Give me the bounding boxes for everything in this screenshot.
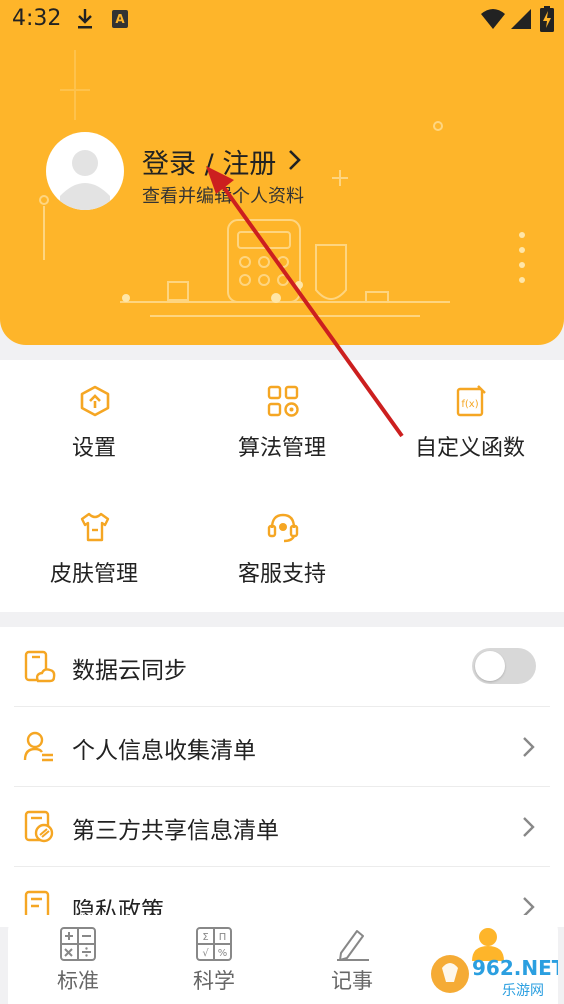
grid-item-skins[interactable]: 皮肤管理 [0,486,188,596]
avatar[interactable] [46,132,124,210]
chevron-right-icon [523,817,535,837]
svg-text:Σ: Σ [202,932,208,943]
cloud-sync-icon [24,650,56,683]
chevron-right-icon[interactable] [286,149,302,171]
login-register-link[interactable]: 登录 / 注册 [142,142,276,181]
grid-item-label: 皮肤管理 [49,562,138,587]
grid-item-settings[interactable]: 设置 [0,360,188,470]
a-badge-icon: A [112,10,128,28]
svg-text:f(x): f(x) [461,399,478,410]
cloud-sync-toggle[interactable] [472,648,536,684]
nav-label: 记事 [331,969,373,993]
apps-icon [267,385,299,417]
signal-icon [511,9,531,29]
feature-grid: 设置 算法管理 f(x) 自定义函数 皮肤管理 客服支持 [0,360,564,612]
settings-list: 数据云同步 个人信息收集清单 第三方共享信息清单 隐私政策 [0,627,564,927]
watermark-text: 962.NET [472,956,558,980]
list-item-third-party[interactable]: 第三方共享信息清单 [0,787,564,867]
gear-hex-icon [80,385,110,417]
calculator-scientific-icon: Σ Π √ % [196,927,232,961]
headset-icon [267,513,299,543]
calculator-basic-icon [60,927,96,961]
status-time: 4:32 [12,6,62,31]
default-avatar-icon [60,150,110,210]
nav-label: 标准 [57,969,99,993]
profile-subtitle: 查看并编辑个人资料 [142,186,304,207]
person-list-icon [23,731,53,762]
grid-item-algorithms[interactable]: 算法管理 [188,360,376,470]
grid-item-label: 客服支持 [237,562,326,587]
list-item-label: 第三方共享信息清单 [72,818,279,844]
svg-text:√: √ [202,948,209,959]
battery-charging-icon [540,6,554,32]
nav-tab-notes[interactable]: 记事 [282,915,422,1004]
list-item-personal-info[interactable]: 个人信息收集清单 [0,707,564,787]
grid-item-label: 算法管理 [237,436,326,461]
shirt-icon [80,512,110,542]
list-item-cloud-sync[interactable]: 数据云同步 [0,627,564,707]
list-item-label: 个人信息收集清单 [72,738,256,764]
profile-header: 4:32 A 登录 / 注册 查看并编辑个人资料 [0,0,564,345]
chevron-right-icon [523,737,535,757]
grid-item-support[interactable]: 客服支持 [188,486,376,596]
nav-label: 科学 [193,969,235,993]
nav-tab-standard[interactable]: 标准 [8,915,148,1004]
grid-item-label: 设置 [71,436,116,461]
site-watermark: 962.NET 乐游网 [431,955,558,999]
nav-tab-scientific[interactable]: Σ Π √ % 科学 [144,915,284,1004]
function-icon: f(x) [456,385,486,417]
download-icon [78,9,92,29]
grid-item-label: 自定义函数 [414,436,525,461]
grid-item-custom-functions[interactable]: f(x) 自定义函数 [376,360,564,470]
status-bar: 4:32 A [0,0,564,40]
notes-icon [337,930,369,961]
wifi-icon [481,9,505,29]
share-list-icon [24,810,54,843]
list-item-label: 数据云同步 [72,658,187,684]
svg-text:%: % [218,948,228,959]
svg-text:Π: Π [219,932,227,943]
watermark-subtext: 乐游网 [502,983,544,999]
toggle-knob [475,651,505,681]
